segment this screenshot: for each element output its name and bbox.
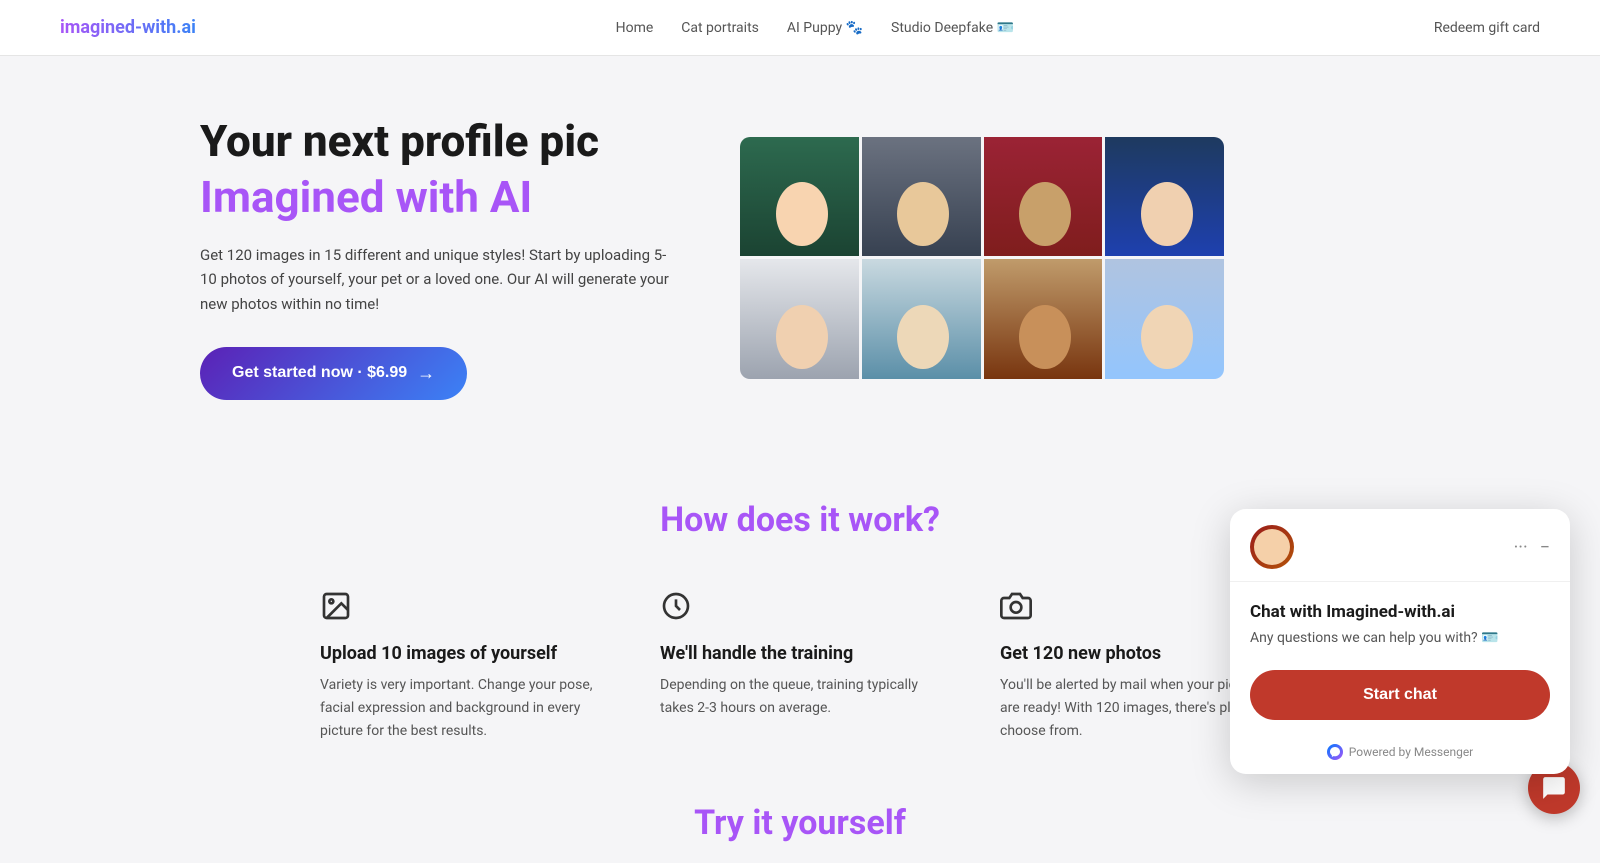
nav-ai-puppy[interactable]: AI Puppy 🐾 xyxy=(787,20,863,36)
hero-image-grid xyxy=(740,137,1224,379)
steps-container: Upload 10 images of yourself Variety is … xyxy=(300,590,1300,743)
chat-subtitle: Any questions we can help you with? 🪪 xyxy=(1250,630,1550,646)
start-chat-button[interactable]: Start chat xyxy=(1250,670,1550,720)
nav-cat-portraits[interactable]: Cat portraits xyxy=(681,20,759,36)
nav-home[interactable]: Home xyxy=(616,20,654,36)
powered-by-text: Powered by Messenger xyxy=(1349,745,1474,759)
clock-icon xyxy=(660,590,940,629)
portrait-3 xyxy=(984,137,1103,257)
navbar: imagined-with.ai Home Cat portraits AI P… xyxy=(0,0,1600,56)
step-upload: Upload 10 images of yourself Variety is … xyxy=(320,590,600,743)
step-upload-desc: Variety is very important. Change your p… xyxy=(320,674,600,743)
portrait-2 xyxy=(862,137,981,257)
hero-section: Your next profile pic Imagined with AI G… xyxy=(0,56,1600,440)
arrow-icon: → xyxy=(417,363,435,384)
chat-header-actions: ··· − xyxy=(1514,537,1550,558)
hero-subheadline: Imagined with AI xyxy=(200,171,680,223)
portrait-8 xyxy=(1105,259,1224,379)
more-options-icon[interactable]: ··· xyxy=(1514,537,1528,558)
chat-header: ··· − xyxy=(1230,509,1570,582)
portrait-7 xyxy=(984,259,1103,379)
get-started-button[interactable]: Get started now · $6.99 → xyxy=(200,347,467,400)
try-section: Try it yourself xyxy=(0,783,1600,863)
portrait-1 xyxy=(740,137,859,257)
image-icon xyxy=(320,590,600,629)
hero-description: Get 120 images in 15 different and uniqu… xyxy=(200,243,680,317)
hero-headline: Your next profile pic xyxy=(200,116,680,167)
chat-cta: Start chat xyxy=(1230,656,1570,736)
minimize-icon[interactable]: − xyxy=(1540,537,1550,558)
chat-avatar xyxy=(1250,525,1294,569)
nav-studio-deepfake[interactable]: Studio Deepfake 🪪 xyxy=(891,20,1014,36)
chat-title: Chat with Imagined-with.ai xyxy=(1250,602,1550,622)
portrait-6 xyxy=(862,259,981,379)
hero-text: Your next profile pic Imagined with AI G… xyxy=(200,116,680,400)
try-title: Try it yourself xyxy=(60,803,1540,843)
step-training-heading: We'll handle the training xyxy=(660,643,940,664)
nav-links: Home Cat portraits AI Puppy 🐾 Studio Dee… xyxy=(616,20,1014,36)
nav-logo[interactable]: imagined-with.ai xyxy=(60,17,196,38)
step-upload-heading: Upload 10 images of yourself xyxy=(320,643,600,664)
portrait-5 xyxy=(740,259,859,379)
step-training: We'll handle the training Depending on t… xyxy=(660,590,940,743)
chat-bubble-icon xyxy=(1541,775,1567,801)
messenger-icon xyxy=(1327,744,1343,760)
step-training-desc: Depending on the queue, training typical… xyxy=(660,674,940,720)
chat-body: Chat with Imagined-with.ai Any questions… xyxy=(1230,582,1570,656)
powered-by: Powered by Messenger xyxy=(1230,736,1570,774)
avatar-face xyxy=(1254,529,1290,565)
portrait-4 xyxy=(1105,137,1224,257)
redeem-gift-card[interactable]: Redeem gift card xyxy=(1434,20,1540,36)
chat-widget: ··· − Chat with Imagined-with.ai Any que… xyxy=(1230,509,1570,774)
